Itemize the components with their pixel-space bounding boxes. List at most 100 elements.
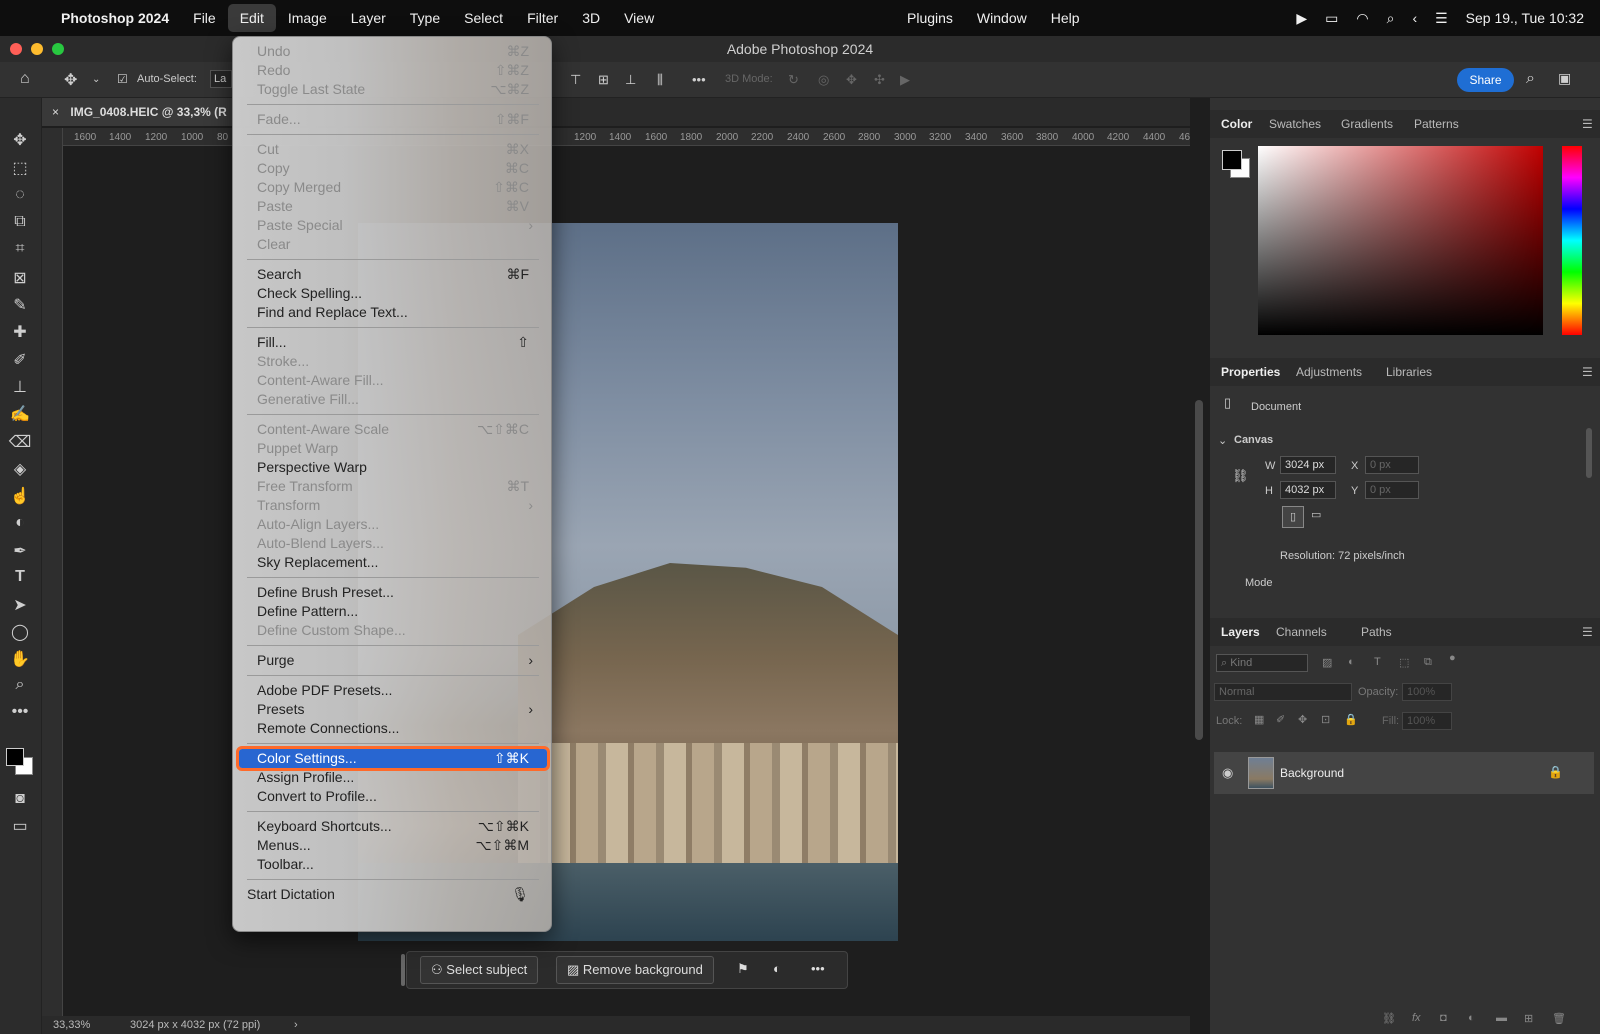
menu-app[interactable]: Photoshop 2024: [49, 4, 181, 32]
workspace-icon[interactable]: ▣: [1558, 70, 1571, 87]
quick-mask-icon[interactable]: ◙: [0, 790, 40, 808]
vertical-ruler[interactable]: [42, 128, 63, 1018]
document-tab[interactable]: × IMG_0408.HEIC @ 33,3% (R: [42, 98, 232, 126]
width-field[interactable]: 3024 px: [1280, 456, 1336, 474]
more-tools-icon[interactable]: •••: [0, 703, 40, 721]
align-top-icon[interactable]: ⊤: [570, 72, 581, 88]
layer-row[interactable]: ◉ Background 🔒: [1214, 752, 1594, 794]
eye-icon[interactable]: ◉: [1222, 765, 1233, 781]
tab-gradients[interactable]: Gradients: [1341, 117, 1393, 131]
pen-tool-icon[interactable]: ✒: [0, 541, 40, 561]
menu-item-perspective-warp[interactable]: Perspective Warp: [233, 458, 551, 477]
menu-item-define-custom-shape[interactable]: Define Custom Shape...: [233, 621, 551, 640]
3d-pan-icon[interactable]: ✥: [846, 72, 857, 88]
filter-toggle-icon[interactable]: ●: [1449, 652, 1456, 664]
tab-channels[interactable]: Channels: [1276, 625, 1327, 639]
new-group-icon[interactable]: ▬: [1496, 1012, 1507, 1024]
close-icon[interactable]: ×: [52, 105, 59, 119]
new-layer-icon[interactable]: ⊞: [1524, 1012, 1533, 1025]
menu-item-remote-connections[interactable]: Remote Connections...: [233, 719, 551, 738]
tab-layers[interactable]: Layers: [1221, 625, 1260, 639]
menu-item-adobe-pdf-presets[interactable]: Adobe PDF Presets...: [233, 681, 551, 700]
menu-item-fade[interactable]: Fade... ⇧⌘F: [233, 110, 551, 129]
align-bottom-icon[interactable]: ⊥: [625, 72, 636, 88]
3d-rotate-icon[interactable]: ↻: [788, 72, 799, 88]
foreground-color-swatch[interactable]: [1222, 150, 1242, 170]
path-select-icon[interactable]: ➤: [0, 595, 40, 615]
menu-filter[interactable]: Filter: [515, 4, 570, 32]
menu-item-search[interactable]: Search ⌘F: [233, 265, 551, 284]
wifi-icon[interactable]: ◠: [1356, 10, 1368, 27]
menu-item-keyboard-shortcuts[interactable]: Keyboard Shortcuts... ⌥⇧⌘K: [233, 817, 551, 836]
menu-item-free-transform[interactable]: Free Transform ⌘T: [233, 477, 551, 496]
tab-paths[interactable]: Paths: [1361, 625, 1392, 639]
panel-menu-icon[interactable]: ☰: [1582, 117, 1593, 131]
eyedropper-tool-icon[interactable]: ✎: [0, 295, 40, 315]
datetime[interactable]: Sep 19., Tue 10:32: [1466, 10, 1584, 26]
menu-layer[interactable]: Layer: [339, 4, 398, 32]
menu-item-puppet-warp[interactable]: Puppet Warp: [233, 439, 551, 458]
menu-select[interactable]: Select: [452, 4, 515, 32]
mask-icon[interactable]: ⚑: [737, 961, 749, 977]
menu-item-transform[interactable]: Transform ›: [233, 496, 551, 515]
menu-item-redo[interactable]: Redo ⇧⌘Z: [233, 61, 551, 80]
tab-properties[interactable]: Properties: [1221, 365, 1280, 379]
menu-item-content-aware-scale[interactable]: Content-Aware Scale ⌥⇧⌘C: [233, 420, 551, 439]
menu-type[interactable]: Type: [398, 4, 452, 32]
properties-scrollbar[interactable]: [1586, 428, 1592, 478]
menu-item-presets[interactable]: Presets ›: [233, 700, 551, 719]
adjustment-icon[interactable]: ◐: [773, 961, 781, 976]
menu-item-purge[interactable]: Purge ›: [233, 651, 551, 670]
menu-item-convert-to-profile[interactable]: Convert to Profile...: [233, 787, 551, 806]
search-icon[interactable]: ⌕: [1387, 10, 1395, 27]
lock-transparent-icon[interactable]: ▦: [1254, 713, 1264, 726]
tab-adjustments[interactable]: Adjustments: [1296, 365, 1362, 379]
move-tool-icon[interactable]: ✥: [0, 130, 40, 150]
zoom-window-button[interactable]: [52, 43, 64, 55]
menu-help[interactable]: Help: [1039, 4, 1092, 32]
menu-item-clear[interactable]: Clear: [233, 235, 551, 254]
height-field[interactable]: 4032 px: [1280, 481, 1336, 499]
add-mask-icon[interactable]: ◘: [1440, 1012, 1447, 1024]
menu-item-undo[interactable]: Undo ⌘Z: [233, 42, 551, 61]
object-select-tool-icon[interactable]: ⧉: [0, 213, 40, 231]
panel-menu-icon[interactable]: ☰: [1582, 625, 1593, 639]
3d-slide-icon[interactable]: ✣: [874, 72, 885, 88]
menu-item-copy-merged[interactable]: Copy Merged ⇧⌘C: [233, 178, 551, 197]
filter-pixel-icon[interactable]: ▨: [1322, 656, 1332, 669]
healing-tool-icon[interactable]: ✚: [0, 322, 40, 342]
menu-item-find-and-replace-text[interactable]: Find and Replace Text...: [233, 303, 551, 322]
paint-bucket-icon[interactable]: ◈: [0, 459, 40, 479]
menu-item-define-brush-preset[interactable]: Define Brush Preset...: [233, 583, 551, 602]
menu-item-toggle-last-state[interactable]: Toggle Last State ⌥⌘Z: [233, 80, 551, 99]
link-icon[interactable]: ⛓: [1232, 468, 1249, 484]
menu-item-assign-profile[interactable]: Assign Profile...: [233, 768, 551, 787]
fill-field[interactable]: 100%: [1402, 712, 1452, 730]
link-layers-icon[interactable]: ⛓: [1382, 1012, 1396, 1025]
more-icon[interactable]: •••: [692, 72, 706, 87]
layer-filter-kind[interactable]: ⌕ Kind: [1216, 654, 1308, 672]
auto-select-checkbox[interactable]: ☑: [117, 72, 128, 86]
lasso-tool-icon[interactable]: ◌: [0, 186, 40, 204]
ellipse-tool-icon[interactable]: ◯: [0, 622, 40, 642]
menu-item-auto-align-layers[interactable]: Auto-Align Layers...: [233, 515, 551, 534]
foreground-color-swatch[interactable]: [6, 748, 24, 766]
minimize-window-button[interactable]: [31, 43, 43, 55]
drag-handle[interactable]: [401, 954, 405, 986]
landscape-orientation-icon[interactable]: ▭: [1311, 508, 1321, 521]
hue-slider[interactable]: [1562, 146, 1582, 335]
filter-shape-icon[interactable]: ⬚: [1399, 656, 1409, 669]
lock-all-icon[interactable]: 🔒: [1344, 713, 1358, 726]
panel-menu-icon[interactable]: ☰: [1582, 365, 1593, 379]
opacity-field[interactable]: 100%: [1402, 683, 1452, 701]
menu-item-paste[interactable]: Paste ⌘V: [233, 197, 551, 216]
x-field[interactable]: 0 px: [1365, 456, 1419, 474]
battery-icon[interactable]: ▭: [1325, 10, 1338, 27]
remove-background-button[interactable]: ▨ Remove background: [556, 956, 714, 984]
3d-roll-icon[interactable]: ◎: [818, 72, 829, 88]
screen-mode-icon[interactable]: ▭: [0, 816, 40, 836]
home-icon[interactable]: ⌂: [20, 70, 30, 88]
lock-artboard-icon[interactable]: ⊡: [1321, 713, 1330, 726]
smudge-tool-icon[interactable]: ☝: [0, 486, 40, 506]
auto-select-dropdown[interactable]: La: [210, 70, 232, 88]
